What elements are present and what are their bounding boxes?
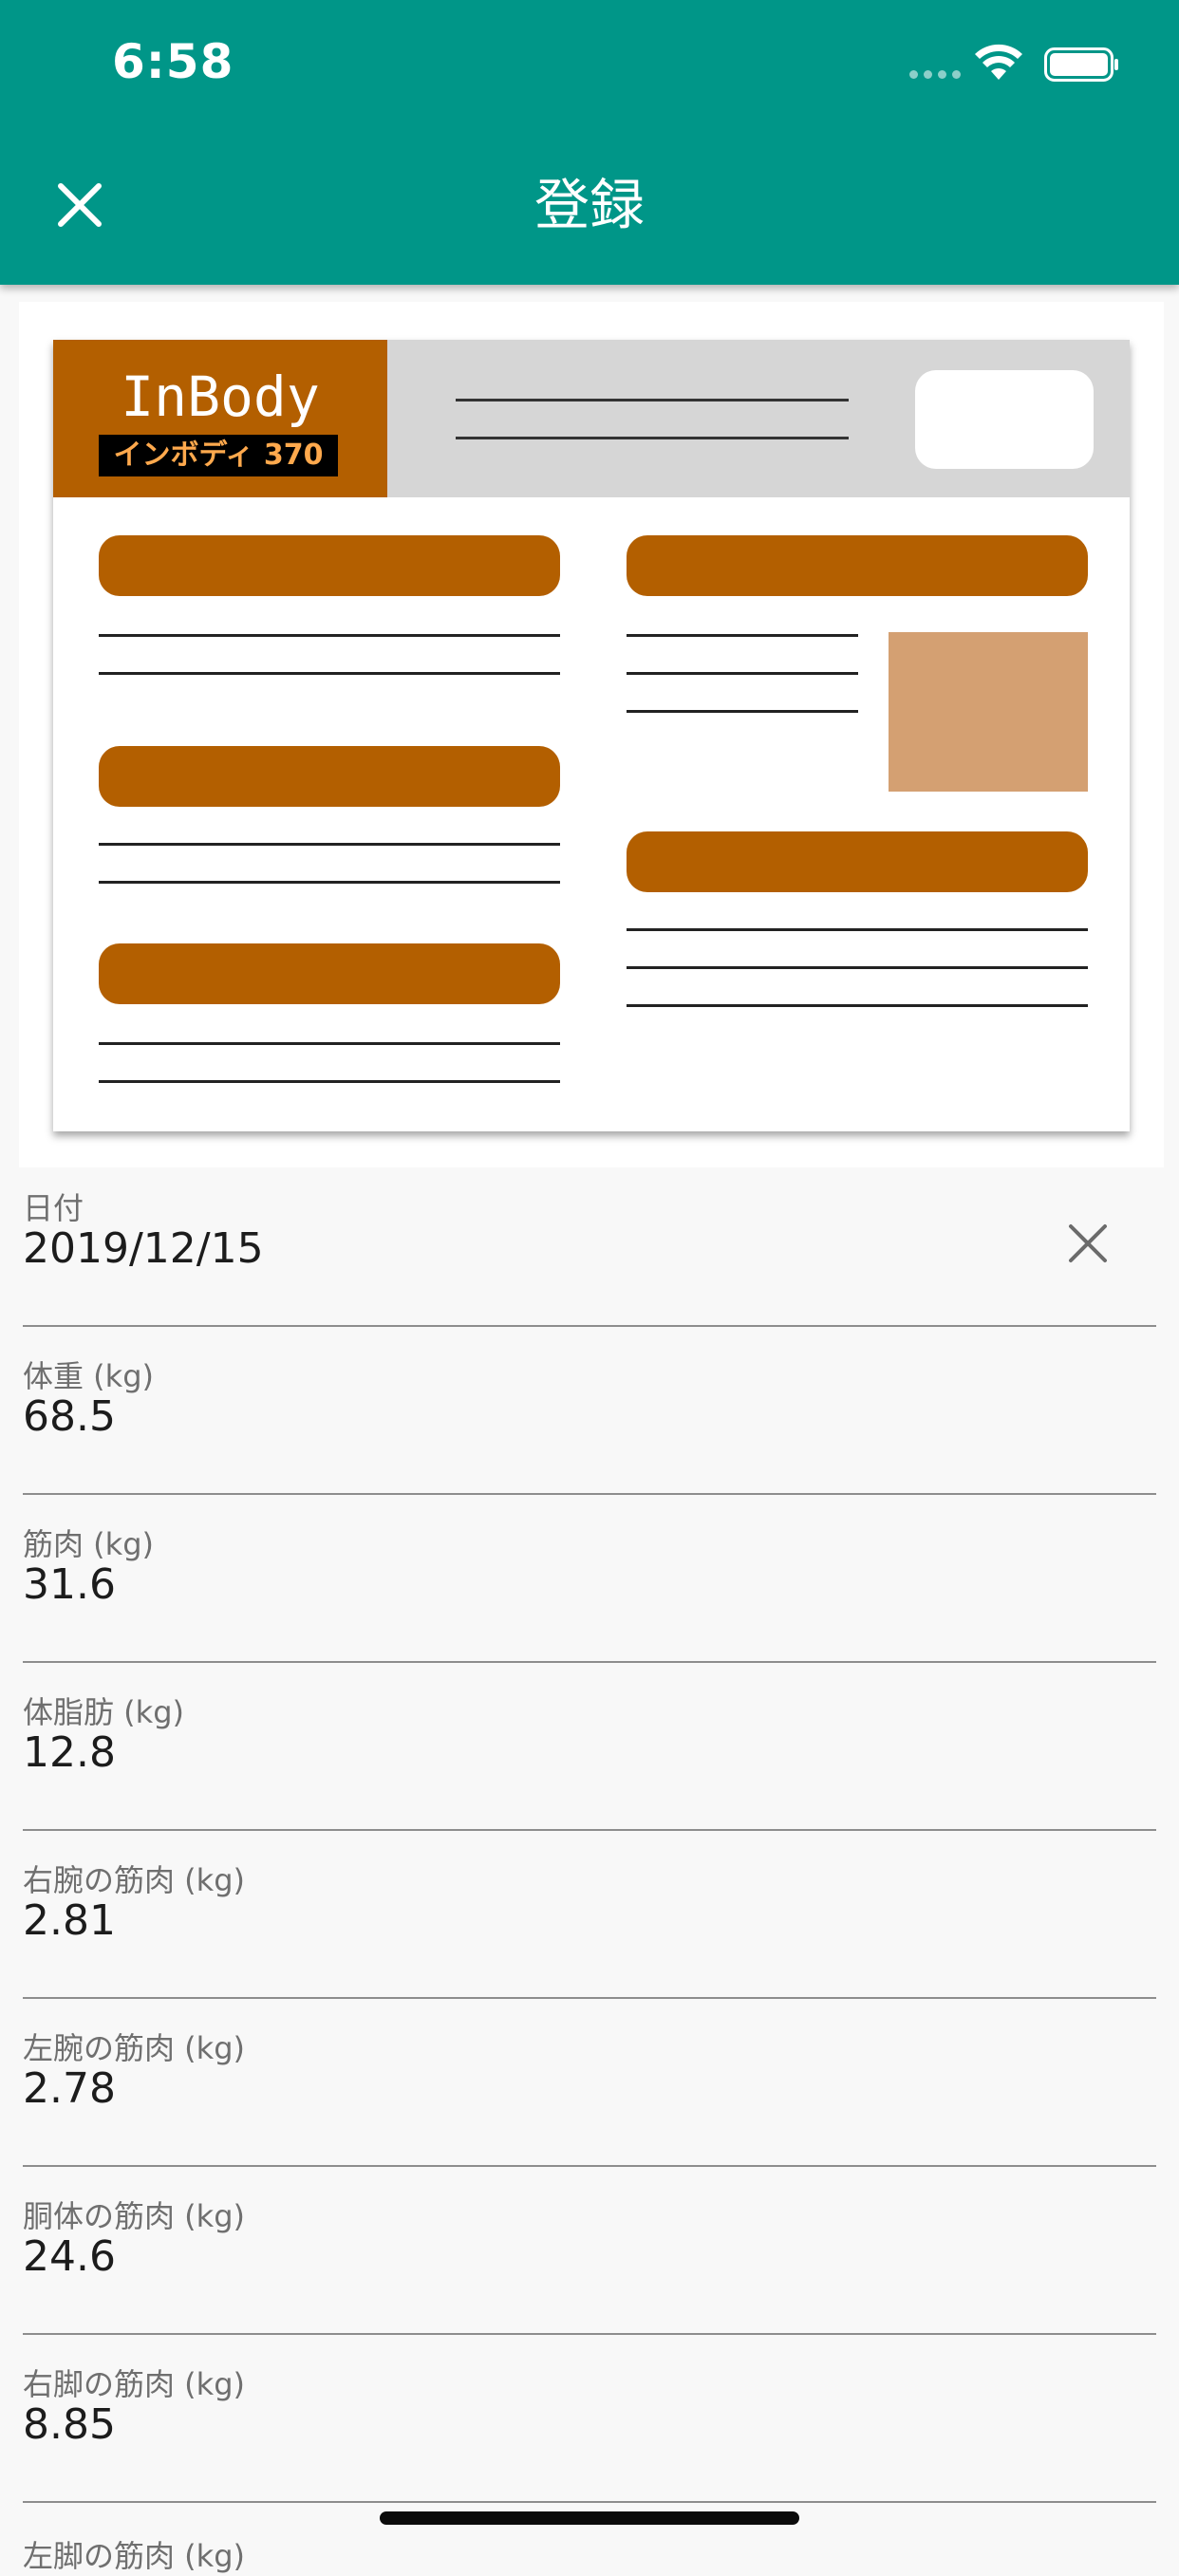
logo-subtext: インボディ 370 bbox=[99, 435, 338, 476]
section-bar bbox=[99, 943, 560, 1004]
field-value[interactable]: 2019/12/15 bbox=[23, 1224, 264, 1273]
field-value[interactable]: 24.6 bbox=[23, 2232, 116, 2281]
right-arm-muscle-field[interactable]: 右腕の筋肉 (kg) 2.81 bbox=[23, 1828, 1156, 1999]
text-line bbox=[99, 634, 560, 637]
wifi-icon bbox=[975, 44, 1022, 80]
field-label: 右腕の筋肉 (kg) bbox=[23, 1862, 245, 1898]
field-value[interactable]: 12.8 bbox=[23, 1728, 116, 1777]
section-bar bbox=[627, 535, 1088, 596]
field-value[interactable]: 2.78 bbox=[23, 2064, 116, 2113]
right-leg-muscle-field[interactable]: 右脚の筋肉 (kg) 8.85 bbox=[23, 2332, 1156, 2503]
left-arm-muscle-field[interactable]: 左腕の筋肉 (kg) 2.78 bbox=[23, 1996, 1156, 2167]
text-line bbox=[627, 1004, 1088, 1007]
close-icon[interactable] bbox=[1059, 1215, 1116, 1272]
field-value[interactable]: 2.81 bbox=[23, 1896, 116, 1945]
page-title: 登録 bbox=[533, 173, 645, 237]
field-label: 筋肉 (kg) bbox=[23, 1526, 154, 1562]
header-line bbox=[456, 437, 849, 439]
field-label: 胴体の筋肉 (kg) bbox=[23, 2198, 245, 2234]
text-line bbox=[627, 928, 1088, 931]
battery-icon bbox=[1044, 47, 1118, 82]
chart-block bbox=[889, 632, 1088, 792]
text-line bbox=[99, 881, 560, 884]
logo-text: InBody bbox=[121, 364, 320, 429]
field-label: 体脂肪 (kg) bbox=[23, 1694, 184, 1730]
status-time: 6:58 bbox=[112, 34, 234, 89]
text-line bbox=[627, 672, 858, 675]
trunk-muscle-field[interactable]: 胴体の筋肉 (kg) 24.6 bbox=[23, 2164, 1156, 2335]
text-line bbox=[627, 966, 1088, 969]
text-line bbox=[99, 1080, 560, 1083]
field-value[interactable]: 8.85 bbox=[23, 2400, 116, 2449]
text-line bbox=[99, 843, 560, 846]
header-box bbox=[915, 370, 1094, 469]
text-line bbox=[627, 634, 858, 637]
inbody-sheet-illustration: InBody インボディ 370 bbox=[53, 340, 1130, 1131]
text-line bbox=[99, 1042, 560, 1045]
header-line bbox=[456, 399, 849, 401]
muscle-field[interactable]: 筋肉 (kg) 31.6 bbox=[23, 1492, 1156, 1663]
field-label: 左腕の筋肉 (kg) bbox=[23, 2030, 245, 2066]
inbody-logo: InBody インボディ 370 bbox=[53, 340, 387, 497]
section-bar bbox=[99, 746, 560, 807]
field-value[interactable]: 31.6 bbox=[23, 1560, 116, 1609]
cellular-signal-icon bbox=[909, 70, 961, 79]
field-value[interactable]: 68.5 bbox=[23, 1392, 116, 1441]
field-label: 右脚の筋肉 (kg) bbox=[23, 2366, 245, 2402]
text-line bbox=[627, 710, 858, 713]
app-bar: 6:58 登録 bbox=[0, 0, 1179, 285]
weight-field[interactable]: 体重 (kg) 68.5 bbox=[23, 1324, 1156, 1495]
section-bar bbox=[99, 535, 560, 596]
left-leg-muscle-label: 左脚の筋肉 (kg) bbox=[23, 2538, 245, 2574]
field-label: 日付 bbox=[23, 1190, 84, 1226]
section-bar bbox=[627, 831, 1088, 892]
date-field[interactable]: 日付 2019/12/15 bbox=[23, 1156, 1156, 1327]
body-fat-field[interactable]: 体脂肪 (kg) 12.8 bbox=[23, 1660, 1156, 1831]
home-indicator bbox=[380, 2511, 799, 2525]
field-label: 体重 (kg) bbox=[23, 1358, 154, 1394]
text-line bbox=[99, 672, 560, 675]
